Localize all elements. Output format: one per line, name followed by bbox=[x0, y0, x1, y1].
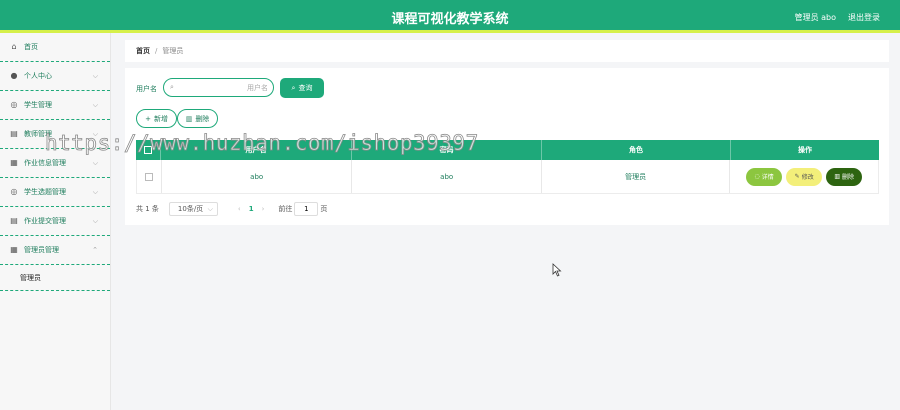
cell-actions: ◌ 详情 ✎ 修改 ▥ 删除 bbox=[730, 160, 878, 193]
chevron-down-icon: ⌵ bbox=[207, 204, 213, 213]
remove-button-label: 删除 bbox=[842, 174, 855, 181]
sidebar-item-label: 管理员管理 bbox=[24, 246, 59, 254]
mouse-cursor-icon bbox=[552, 263, 562, 277]
sidebar-item-label: 作业提交管理 bbox=[24, 217, 66, 225]
sidebar-item-label: 教师管理 bbox=[24, 130, 52, 138]
sidebar-subitem-label: 管理员 bbox=[20, 273, 41, 282]
header-password: 密码 bbox=[352, 140, 542, 160]
row-checkbox[interactable] bbox=[144, 172, 153, 181]
goto-page-input[interactable] bbox=[294, 202, 319, 216]
briefcase-icon: ▦ bbox=[10, 245, 18, 254]
query-button[interactable]: ⌕ 查询 bbox=[280, 78, 324, 98]
home-icon: ⌂ bbox=[11, 42, 17, 51]
page-number-current[interactable]: 1 bbox=[249, 205, 254, 213]
plus-icon: + bbox=[145, 114, 151, 123]
app-title: 课程可视化教学系统 bbox=[391, 12, 509, 27]
remove-button[interactable]: ▥ 删除 bbox=[826, 167, 863, 186]
sidebar-item-label: 学生选题管理 bbox=[24, 188, 66, 196]
header-username: 用户名 bbox=[161, 140, 352, 160]
trash-icon: ▥ bbox=[185, 114, 193, 123]
total-count: 共 1 条 bbox=[136, 205, 159, 213]
doc-icon: ▤ bbox=[10, 216, 18, 225]
row-checkbox-cell bbox=[137, 160, 162, 193]
logout-link[interactable]: 退出登录 bbox=[848, 12, 880, 23]
top-header: 课程可视化教学系统 管理员 abo 退出登录 bbox=[0, 0, 900, 33]
sidebar-item-home[interactable]: ⌂ 首页 bbox=[0, 33, 110, 62]
breadcrumb-current: 管理员 bbox=[162, 47, 184, 55]
trash-icon: ▥ bbox=[834, 173, 841, 180]
sidebar-item-teachers[interactable]: ▤ 教师管理 ⌵ bbox=[0, 120, 110, 149]
search-label: 用户名 bbox=[136, 85, 157, 93]
pagination: 共 1 条 10条/页 ⌵ ‹ 1 › 前往 页 bbox=[136, 201, 327, 217]
main-panel: 用户名 ⌕ ⌕ 查询 + 新增 ▥ 删除 用户名 密码 角色 操作 abo ab… bbox=[125, 68, 889, 225]
cell-role: 管理员 bbox=[542, 160, 731, 193]
detail-button-label: 详情 bbox=[761, 174, 774, 181]
sidebar: ⌂ 首页 ● 个人中心 ⌵ ◎ 学生管理 ⌵ ▤ 教师管理 ⌵ ▦ 作业信息管理… bbox=[0, 33, 111, 410]
cell-username: abo bbox=[162, 160, 353, 193]
sidebar-item-students[interactable]: ◎ 学生管理 ⌵ bbox=[0, 91, 110, 120]
header-actions: 操作 bbox=[798, 146, 812, 154]
select-all-checkbox[interactable] bbox=[144, 146, 152, 154]
chevron-up-icon: ⌃ bbox=[92, 246, 98, 254]
current-user-label: 管理员 abo bbox=[794, 13, 836, 22]
edit-button[interactable]: ✎ 修改 bbox=[786, 167, 823, 186]
sidebar-subitem-admin[interactable]: 管理员 bbox=[0, 265, 110, 291]
add-button-label: 新增 bbox=[153, 114, 168, 123]
sidebar-item-label: 学生管理 bbox=[24, 101, 52, 109]
goto-prefix: 前往 bbox=[278, 205, 293, 213]
sidebar-item-label: 作业信息管理 bbox=[24, 159, 66, 167]
next-page-button[interactable]: › bbox=[262, 205, 265, 213]
page-size-value: 10条/页 bbox=[177, 205, 204, 213]
header-role: 角色 bbox=[542, 140, 731, 160]
sidebar-item-homework-info[interactable]: ▦ 作业信息管理 ⌵ bbox=[0, 149, 110, 178]
search-input[interactable] bbox=[180, 81, 270, 94]
breadcrumb-home[interactable]: 首页 bbox=[136, 46, 150, 56]
header-checkbox-cell bbox=[136, 140, 161, 160]
page-size-select[interactable]: 10条/页 ⌵ bbox=[168, 202, 218, 216]
doc-icon: ▤ bbox=[10, 129, 18, 138]
chevron-down-icon: ⌵ bbox=[92, 101, 98, 109]
breadcrumb: 首页 / 管理员 bbox=[125, 40, 889, 62]
briefcase-icon: ▦ bbox=[10, 158, 18, 167]
search-icon: ⌕ bbox=[170, 83, 174, 91]
add-button[interactable]: + 新增 bbox=[136, 109, 177, 128]
search-box: ⌕ bbox=[163, 78, 274, 97]
chevron-down-icon: ⌵ bbox=[92, 159, 98, 167]
sidebar-item-label: 个人中心 bbox=[24, 72, 52, 80]
user-icon: ● bbox=[10, 71, 18, 80]
sidebar-item-profile[interactable]: ● 个人中心 ⌵ bbox=[0, 62, 110, 91]
admin-table: 用户名 密码 角色 操作 abo abo 管理员 ◌ 详情 ✎ 修改 ▥ 删除 bbox=[136, 140, 879, 194]
query-button-label: 查询 bbox=[298, 84, 313, 92]
compass-icon: ◎ bbox=[10, 100, 18, 109]
sidebar-item-topic-selection[interactable]: ◎ 学生选题管理 ⌵ bbox=[0, 178, 110, 207]
table-row: abo abo 管理员 ◌ 详情 ✎ 修改 ▥ 删除 bbox=[136, 160, 879, 194]
edit-button-label: 修改 bbox=[801, 174, 814, 181]
prev-page-button[interactable]: ‹ bbox=[238, 205, 241, 213]
pencil-icon: ✎ bbox=[794, 173, 800, 180]
chevron-down-icon: ⌵ bbox=[92, 188, 98, 196]
chevron-down-icon: ⌵ bbox=[92, 130, 98, 138]
sidebar-item-label: 首页 bbox=[24, 43, 38, 51]
table-header: 用户名 密码 角色 操作 bbox=[136, 140, 879, 160]
info-icon: ◌ bbox=[754, 173, 760, 180]
sidebar-item-admins[interactable]: ▦ 管理员管理 ⌃ bbox=[0, 236, 110, 265]
chevron-down-icon: ⌵ bbox=[92, 72, 98, 80]
sidebar-item-homework-submission[interactable]: ▤ 作业提交管理 ⌵ bbox=[0, 207, 110, 236]
batch-delete-button-label: 删除 bbox=[195, 114, 210, 123]
detail-button[interactable]: ◌ 详情 bbox=[746, 167, 783, 186]
breadcrumb-separator: / bbox=[155, 47, 158, 55]
compass-icon: ◎ bbox=[10, 187, 18, 196]
search-icon: ⌕ bbox=[291, 83, 296, 92]
chevron-down-icon: ⌵ bbox=[92, 217, 98, 225]
goto-suffix: 页 bbox=[320, 205, 328, 213]
batch-delete-button[interactable]: ▥ 删除 bbox=[177, 109, 218, 128]
cell-password: abo bbox=[352, 160, 542, 193]
